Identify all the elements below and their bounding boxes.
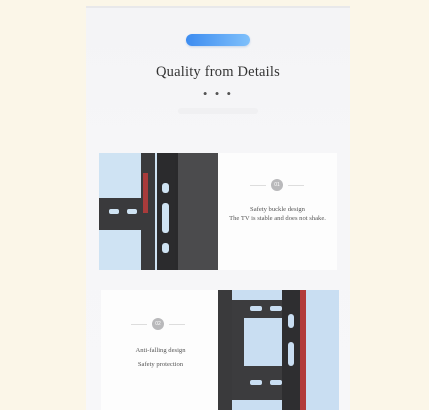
mount-bracket-image (218, 290, 339, 410)
feature-info-2: 02 Anti-falling design Safety protection (101, 290, 220, 410)
title-dots: • • • (202, 86, 234, 101)
page-title: Quality from Details (155, 64, 280, 80)
bracket-photo-2 (218, 290, 339, 410)
feature-info-1: 01 Safety buckle design The TV is stable… (218, 153, 337, 270)
badge-number-2: 02 (152, 318, 164, 330)
bracket-photo-1 (99, 153, 218, 270)
feature-title-2: Anti-falling design (135, 347, 186, 354)
feature-desc-2: Safety protection (137, 361, 184, 368)
badge-row-2: 02 (101, 318, 220, 330)
badge-row-1: 01 (218, 179, 337, 191)
faint-subtitle-bar (178, 108, 258, 114)
feature-card-anti-falling: 02 Anti-falling design Safety protection (101, 290, 339, 410)
badge-number-1: 01 (271, 179, 283, 191)
accent-pill (186, 34, 250, 46)
mount-bracket-image (99, 153, 218, 270)
feature-desc-1: The TV is stable and does not shake. (229, 215, 326, 222)
feature-card-safety-buckle: 01 Safety buckle design The TV is stable… (99, 153, 337, 270)
top-divider (86, 6, 350, 8)
detail-page: Quality from Details • • • 01 Safety buc… (86, 6, 350, 410)
feature-title-1: Safety buckle design (250, 206, 305, 213)
